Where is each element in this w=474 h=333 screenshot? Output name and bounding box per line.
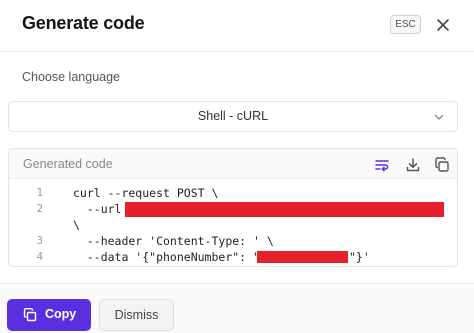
- generated-code-label: Generated code: [23, 157, 113, 171]
- code-line: 2 --url: [9, 201, 457, 217]
- line-number: 3: [36, 235, 43, 247]
- dismiss-button-label: Dismiss: [114, 308, 159, 322]
- code-text: --url: [73, 202, 129, 216]
- wrap-text-button[interactable]: [373, 156, 391, 174]
- language-select[interactable]: Shell - cURL: [8, 101, 458, 132]
- close-icon: [437, 19, 449, 31]
- dismiss-button[interactable]: Dismiss: [99, 299, 174, 331]
- redaction-bar: [257, 251, 348, 263]
- code-line: 1 curl --request POST \: [9, 185, 457, 201]
- code-text: curl --request POST \: [73, 186, 219, 200]
- generated-code-panel: Generated code 1 curl --request POST \ 2…: [8, 148, 458, 267]
- download-icon: [406, 158, 420, 172]
- chevron-down-icon: [434, 114, 444, 120]
- dialog-header: Generate code ESC: [0, 0, 474, 52]
- redaction-bar: [125, 202, 444, 217]
- copy-button[interactable]: Copy: [7, 299, 91, 331]
- code-block: 1 curl --request POST \ 2 --url \ 3 --he…: [9, 180, 457, 266]
- line-number: 1: [36, 187, 43, 199]
- copy-code-button[interactable]: [433, 156, 451, 174]
- copy-icon: [23, 308, 37, 322]
- code-line: \: [9, 217, 457, 233]
- line-number: 4: [36, 251, 43, 263]
- copy-button-label: Copy: [45, 307, 77, 321]
- dialog-title: Generate code: [22, 13, 145, 33]
- download-button[interactable]: [404, 156, 422, 174]
- code-line: 3 --header 'Content-Type: ' \: [9, 233, 457, 249]
- dialog-footer: Copy Dismiss: [0, 283, 474, 333]
- generate-code-dialog: Generate code ESC Choose language Shell …: [0, 0, 474, 333]
- code-text: \: [73, 218, 80, 232]
- esc-shortcut-badge: ESC: [390, 15, 421, 34]
- close-button[interactable]: [432, 14, 454, 36]
- line-number: 2: [36, 203, 43, 215]
- code-text-suffix: "}': [349, 250, 370, 264]
- code-text: --header 'Content-Type: ' \: [73, 234, 274, 248]
- code-text: --data '{"phoneNumber": ": [73, 250, 260, 264]
- language-selected-value: Shell - cURL: [197, 109, 269, 123]
- wrap-text-icon: [375, 160, 389, 172]
- generated-code-header: Generated code: [9, 149, 457, 179]
- copy-icon: [435, 157, 449, 172]
- choose-language-label: Choose language: [22, 70, 120, 84]
- code-line: 4 --data '{"phoneNumber": " "}': [9, 249, 457, 265]
